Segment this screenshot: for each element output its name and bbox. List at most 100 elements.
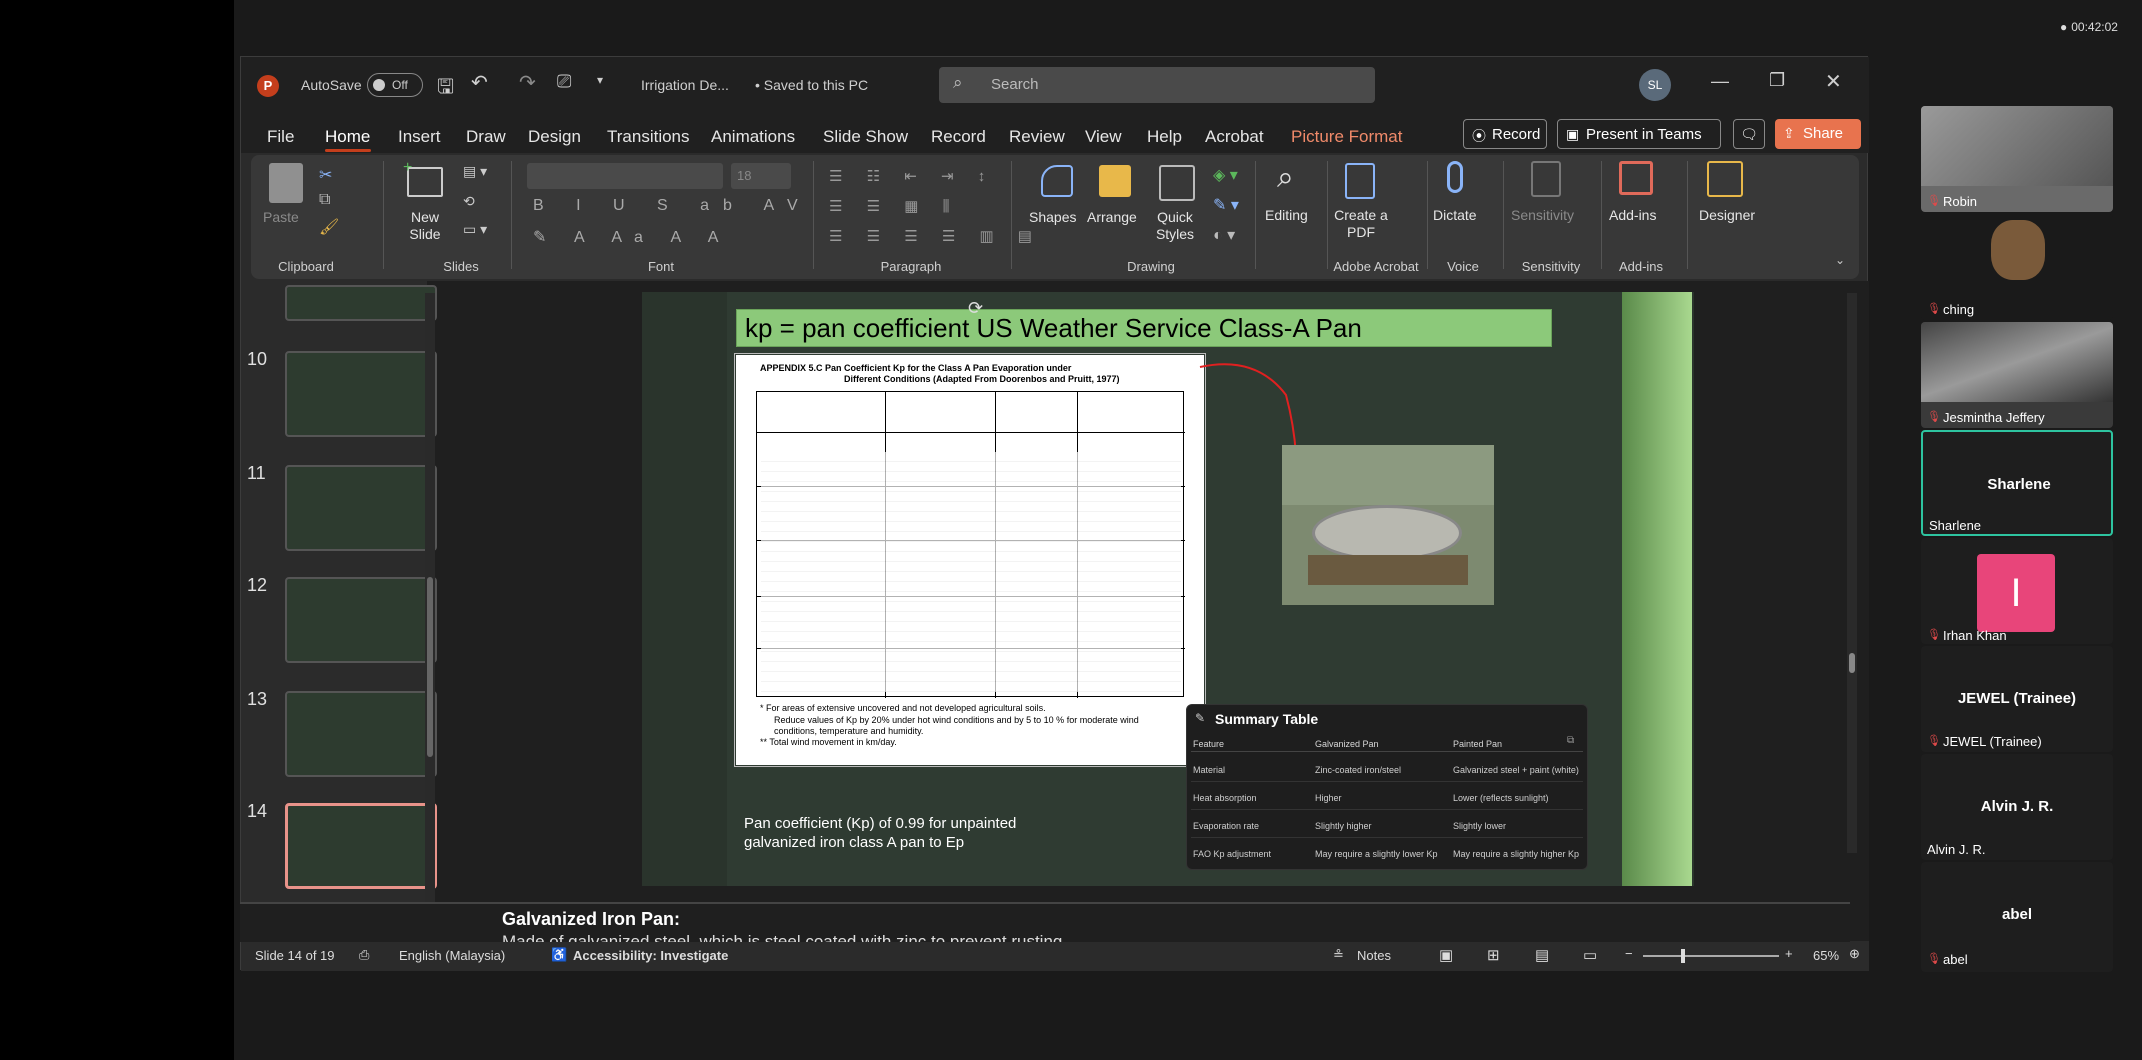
dictate-icon[interactable] (1447, 161, 1463, 193)
quick-styles-icon[interactable] (1159, 165, 1195, 201)
shape-fill-icon[interactable]: ◈ ▾ (1213, 165, 1238, 185)
tab-record[interactable]: Record (931, 127, 986, 147)
save-status[interactable]: • Saved to this PC (755, 77, 868, 93)
slide-thumbnail[interactable] (285, 465, 437, 551)
minimize-icon[interactable]: — (1711, 71, 1729, 92)
designer-label[interactable]: Designer (1699, 207, 1755, 223)
arrange-icon[interactable] (1099, 165, 1131, 197)
user-avatar[interactable]: SL (1639, 69, 1671, 101)
accessibility-status[interactable]: Accessibility: Investigate (573, 948, 728, 963)
zoom-slider-thumb[interactable] (1681, 949, 1685, 963)
slide-scroll-thumb[interactable] (1849, 653, 1855, 673)
add-ins-icon[interactable] (1619, 161, 1653, 195)
slide-show-icon[interactable]: ▭ (1583, 946, 1597, 964)
sensitivity-icon[interactable] (1531, 161, 1561, 197)
notes-pane[interactable]: Galvanized Iron Pan: Made of galvanized … (240, 902, 1850, 942)
tab-insert[interactable]: Insert (398, 127, 441, 147)
tab-transitions[interactable]: Transitions (607, 127, 690, 147)
share-button[interactable]: ⇪ Share (1775, 119, 1861, 149)
list-buttons[interactable]: ☰ ☷ ⇤ ⇥ ↕ (829, 167, 995, 185)
indent-buttons[interactable]: ☰ ☰ ▦ ⫼ (829, 197, 959, 215)
slide-thumbnail[interactable] (285, 691, 437, 777)
participant-tile-jewel[interactable]: JEWEL (Trainee) 🎙 JEWEL (Trainee) (1921, 646, 2113, 752)
participant-tile-abel[interactable]: abel 🎙 abel (1921, 862, 2113, 972)
shapes-label[interactable]: Shapes (1029, 209, 1076, 225)
customize-toolbar-icon[interactable]: ▾ (597, 73, 603, 87)
slide-caption[interactable]: Pan coefficient (Kp) of 0.99 for unpaint… (744, 814, 1016, 852)
tab-acrobat[interactable]: Acrobat (1205, 127, 1264, 147)
slide-thumbnail[interactable] (285, 351, 437, 437)
create-pdf-label[interactable]: Create a PDF (1331, 207, 1391, 241)
format-painter-icon[interactable]: 🖌 (319, 217, 339, 237)
cut-icon[interactable]: ✂ (319, 165, 332, 185)
notes-icon[interactable]: ≗ (1333, 947, 1344, 963)
redo-icon[interactable]: ↷ (519, 70, 536, 95)
tab-home[interactable]: Home (325, 127, 370, 147)
present-in-teams-button[interactable]: ▣ Present in Teams (1557, 119, 1721, 149)
tab-review[interactable]: Review (1009, 127, 1065, 147)
font-color-buttons[interactable]: ✎ A Aa A A (533, 227, 730, 247)
collapse-ribbon-icon[interactable]: ⌄ (1835, 253, 1845, 267)
accessibility-icon[interactable]: ♿ (551, 947, 567, 963)
zoom-level[interactable]: 65% (1813, 948, 1839, 963)
shapes-icon[interactable] (1041, 165, 1073, 197)
participant-tile-ching[interactable]: 🎙 ching (1921, 214, 2113, 320)
slide-thumbnail-selected[interactable] (285, 803, 437, 889)
new-slide-icon[interactable]: + (403, 159, 443, 197)
create-pdf-icon[interactable] (1345, 163, 1375, 199)
slide-scrollbar[interactable] (1847, 293, 1857, 853)
shape-outline-icon[interactable]: ✎ ▾ (1213, 195, 1239, 215)
editing-label[interactable]: Editing (1265, 207, 1308, 223)
undo-icon[interactable]: ↶ (471, 70, 488, 95)
zoom-slider[interactable] (1643, 955, 1779, 957)
tab-file[interactable]: File (267, 127, 294, 147)
quick-styles-label[interactable]: Quick Styles (1145, 209, 1205, 243)
fit-slide-icon[interactable]: ⊕ (1849, 946, 1860, 962)
editing-icon[interactable]: ⌕ (1277, 161, 1294, 195)
slide-thumbnail[interactable] (285, 285, 437, 321)
reset-icon[interactable]: ⟲ (463, 193, 475, 210)
add-ins-label[interactable]: Add-ins (1609, 207, 1656, 223)
participant-tile-irhan[interactable]: I 🎙 Irhan Khan (1921, 538, 2113, 644)
zoom-out-icon[interactable]: − (1625, 946, 1633, 961)
restore-icon[interactable]: ❐ (1769, 70, 1785, 91)
tab-picture-format[interactable]: Picture Format (1291, 127, 1402, 147)
rotate-handle-icon[interactable]: ⟳ (968, 298, 983, 319)
tab-slide-show[interactable]: Slide Show (823, 127, 908, 147)
thumbnail-scroll-thumb[interactable] (427, 577, 433, 757)
language-status[interactable]: English (Malaysia) (399, 948, 505, 963)
new-slide-label[interactable]: New Slide (395, 209, 455, 243)
tab-design[interactable]: Design (528, 127, 581, 147)
spell-check-icon[interactable]: ⎙ (359, 947, 369, 963)
arrange-label[interactable]: Arrange (1087, 209, 1137, 225)
close-icon[interactable]: ✕ (1825, 69, 1842, 94)
search-box[interactable]: ⌕ Search (939, 67, 1375, 103)
zoom-in-icon[interactable]: + (1785, 946, 1793, 961)
slide-sorter-icon[interactable]: ⊞ (1487, 946, 1500, 964)
save-icon[interactable]: 🖫 (437, 72, 454, 106)
autosave-toggle[interactable]: Off (367, 73, 423, 97)
participant-tile-sharlene-speaking[interactable]: Sharlene Sharlene (1921, 430, 2113, 536)
font-size-select[interactable]: 18 (731, 163, 791, 189)
dictate-label[interactable]: Dictate (1433, 207, 1477, 223)
copy-icon[interactable]: ⧉ (319, 191, 330, 209)
participant-tile-robin[interactable]: 🎙 Robin (1921, 106, 2113, 212)
designer-icon[interactable] (1707, 161, 1743, 197)
participant-tile-jesmintha[interactable]: 🎙 Jesmintha Jeffery (1921, 322, 2113, 428)
comments-icon[interactable]: 🗨 (1733, 119, 1765, 149)
participant-tile-alvin[interactable]: Alvin J. R. Alvin J. R. (1921, 754, 2113, 860)
tab-draw[interactable]: Draw (466, 127, 506, 147)
font-family-select[interactable] (527, 163, 723, 189)
summary-table-card[interactable]: ✎ Summary Table ⧉ Feature Galvanized Pan… (1186, 704, 1588, 870)
pan-coefficient-table-image[interactable]: APPENDIX 5.C Pan Coefficient Kp for the … (736, 355, 1204, 765)
notes-button[interactable]: Notes (1357, 948, 1391, 963)
slide-title[interactable]: kp = pan coefficient US Weather Service … (736, 309, 1552, 347)
class-a-pan-photo[interactable] (1282, 445, 1494, 605)
slide-thumbnail[interactable] (285, 577, 437, 663)
reading-view-icon[interactable]: ▤ (1535, 946, 1549, 964)
tab-animations[interactable]: Animations (711, 127, 795, 147)
tab-view[interactable]: View (1085, 127, 1122, 147)
sensitivity-label[interactable]: Sensitivity (1511, 207, 1574, 223)
copy-table-icon[interactable]: ⧉ (1567, 735, 1574, 746)
layout-icon[interactable]: ▤ ▾ (463, 163, 487, 180)
